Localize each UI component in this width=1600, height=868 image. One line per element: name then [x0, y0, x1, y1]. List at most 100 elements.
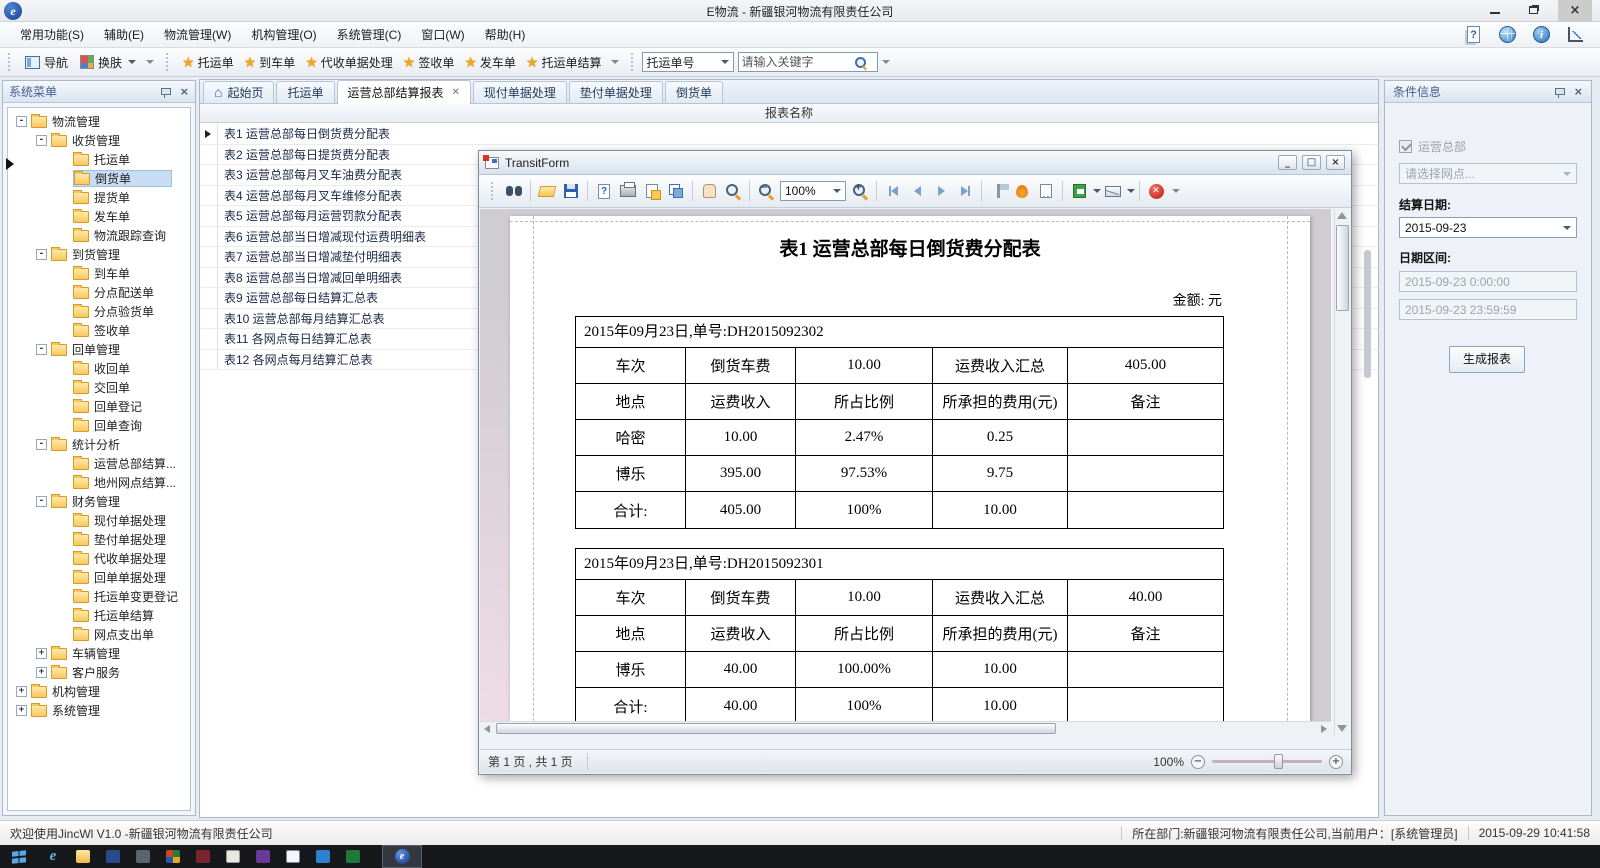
tab-unload-order[interactable]: 倒货单 — [665, 81, 723, 103]
taskbar-excel-icon[interactable] — [338, 845, 368, 868]
bookmark-icon[interactable] — [986, 179, 1010, 203]
open-icon[interactable] — [535, 179, 559, 203]
zoom-slider-thumb[interactable] — [1274, 754, 1283, 769]
menu-help[interactable]: 帮助(H) — [475, 22, 536, 47]
tree-item-receipt-register[interactable]: 回单登记 — [8, 397, 190, 416]
search-overflow-icon[interactable] — [882, 60, 890, 64]
collapse-icon[interactable] — [16, 116, 27, 127]
generate-report-button[interactable]: 生成报表 — [1449, 346, 1525, 373]
tree-item-arrival-truck[interactable]: 到车单 — [8, 264, 190, 283]
tree-item-branch-settle-report[interactable]: 地州网点结算... — [8, 473, 190, 492]
collapse-icon[interactable] — [36, 135, 47, 146]
skin-button[interactable]: 换肤 — [74, 51, 142, 74]
report-row-1[interactable]: 表1 运营总部每日倒货费分配表 — [200, 124, 1378, 145]
expand-icon[interactable] — [16, 686, 27, 697]
tree-item-dispatch-order[interactable]: 发车单 — [8, 207, 190, 226]
pin-icon[interactable] — [161, 86, 170, 97]
edit-page-icon[interactable] — [1034, 179, 1058, 203]
toolbar-overflow-icon[interactable] — [1172, 189, 1180, 193]
search-category-select[interactable]: 托运单号 — [642, 52, 734, 72]
expand-icon[interactable] — [36, 667, 47, 678]
thumbnails-icon[interactable] — [664, 179, 688, 203]
menu-assist[interactable]: 辅助(E) — [94, 22, 154, 47]
chevron-down-icon[interactable] — [1093, 189, 1101, 193]
toolbar-grip[interactable] — [166, 53, 171, 71]
toolbar-overflow-icon[interactable] — [146, 60, 154, 64]
tree-item-logistics-mgmt[interactable]: 物流管理 — [8, 112, 190, 131]
tree-item-branch-inspect[interactable]: 分点验货单 — [8, 302, 190, 321]
range-start-input[interactable]: 2015-09-23 0:00:00 — [1399, 271, 1577, 292]
tree-item-org-mgmt[interactable]: 机构管理 — [8, 682, 190, 701]
tree-item-customer-service[interactable]: 客户服务 — [8, 663, 190, 682]
zoom-in-icon[interactable]: + — [848, 179, 872, 203]
chevron-down-icon[interactable] — [1127, 189, 1135, 193]
zoom-tool-icon[interactable] — [721, 179, 745, 203]
menu-organization[interactable]: 机构管理(O) — [241, 22, 326, 47]
tree-item-system-mgmt[interactable]: 系统管理 — [8, 701, 190, 720]
stats-icon[interactable] — [1566, 25, 1586, 45]
tree-item-consign-settle[interactable]: 托运单结算 — [8, 606, 190, 625]
pin-icon[interactable] — [1555, 86, 1564, 97]
scroll-left-icon[interactable] — [484, 725, 490, 733]
tree-item-collect-docs[interactable]: 代收单据处理 — [8, 549, 190, 568]
prev-page-icon[interactable] — [905, 179, 929, 203]
minimize-button[interactable] — [1478, 0, 1512, 22]
tree-item-receive-mgmt[interactable]: 收货管理 — [8, 131, 190, 150]
favorite-arrival-truck[interactable]: 到车单 — [239, 51, 301, 74]
tree-item-receipt-docs[interactable]: 回单单据处理 — [8, 568, 190, 587]
export-icon[interactable] — [1067, 179, 1091, 203]
tree-item-pickup-order[interactable]: 提货单 — [8, 188, 190, 207]
search-input[interactable] — [742, 55, 854, 69]
scroll-up-icon[interactable] — [1337, 212, 1347, 219]
toolbar-grip[interactable] — [631, 53, 636, 71]
maximize-button[interactable] — [1516, 0, 1550, 22]
hq-checkbox[interactable] — [1399, 140, 1412, 153]
email-icon[interactable] — [1101, 179, 1125, 203]
transit-form-titlebar[interactable]: TransitForm _ □ × — [479, 151, 1351, 175]
settle-date-select[interactable]: 2015-09-23 — [1399, 217, 1577, 238]
report-preview-area[interactable]: 表1 运营总部每日倒货费分配表 金额: 元 2015年09月23日,单号:DH2… — [480, 209, 1331, 735]
print-page-icon[interactable] — [640, 179, 664, 203]
collapse-icon[interactable] — [36, 249, 47, 260]
hand-tool-icon[interactable] — [697, 179, 721, 203]
tree-item-receipt-query[interactable]: 回单查询 — [8, 416, 190, 435]
tree-item-advance-docs[interactable]: 垫付单据处理 — [8, 530, 190, 549]
tree-item-vehicle-mgmt[interactable]: 车辆管理 — [8, 644, 190, 663]
favorite-sign-receipt[interactable]: 签收单 — [398, 51, 460, 74]
tab-hq-settle-report[interactable]: 运营总部结算报表✕ — [337, 80, 471, 104]
info-icon[interactable]: i — [1532, 25, 1552, 45]
taskbar-folder-icon[interactable] — [68, 845, 98, 868]
report-name-column-header[interactable]: 报表名称 — [200, 104, 1378, 123]
menu-window[interactable]: 窗口(W) — [411, 22, 474, 47]
close-button[interactable]: × — [1326, 155, 1345, 170]
taskbar-notes-icon[interactable] — [218, 845, 248, 868]
preview-vertical-scrollbar[interactable] — [1334, 209, 1350, 735]
taskbar-document-icon[interactable] — [278, 845, 308, 868]
close-icon[interactable]: × — [180, 86, 189, 97]
zoom-level-select[interactable]: 100% — [780, 181, 846, 201]
tree-item-arrival-mgmt[interactable]: 到货管理 — [8, 245, 190, 264]
stop-icon[interactable]: ✕ — [1144, 179, 1168, 203]
zoom-in-button[interactable]: + — [1329, 755, 1343, 769]
scroll-down-icon[interactable] — [1337, 725, 1347, 732]
maximize-button[interactable]: □ — [1302, 155, 1321, 170]
collapse-icon[interactable] — [36, 496, 47, 507]
menu-common[interactable]: 常用功能(S) — [10, 22, 94, 47]
help-doc-icon[interactable]: ? — [1464, 25, 1484, 45]
expand-icon[interactable] — [16, 705, 27, 716]
favorite-dispatch[interactable]: 发车单 — [459, 51, 521, 74]
taskbar-ewuliu-active-app[interactable]: e — [382, 845, 422, 868]
tab-start-page[interactable]: 起始页 — [203, 81, 274, 103]
network-select[interactable]: 请选择网点... — [1399, 163, 1577, 184]
taskbar-system-icon[interactable] — [128, 845, 158, 868]
tree-item-tracking-query[interactable]: 物流跟踪查询 — [8, 226, 190, 245]
tab-advance-docs[interactable]: 垫付单据处理 — [569, 81, 663, 103]
scrollbar-thumb[interactable] — [1336, 225, 1349, 311]
favorites-overflow-icon[interactable] — [611, 60, 619, 64]
print-icon[interactable] — [616, 179, 640, 203]
tree-item-deliver-receipt[interactable]: 交回单 — [8, 378, 190, 397]
tree-item-consign-change[interactable]: 托运单变更登记 — [8, 587, 190, 606]
splitter-arrow-icon[interactable] — [6, 158, 14, 170]
taskbar-database-icon[interactable] — [188, 845, 218, 868]
preview-horizontal-scrollbar[interactable] — [480, 721, 1331, 735]
